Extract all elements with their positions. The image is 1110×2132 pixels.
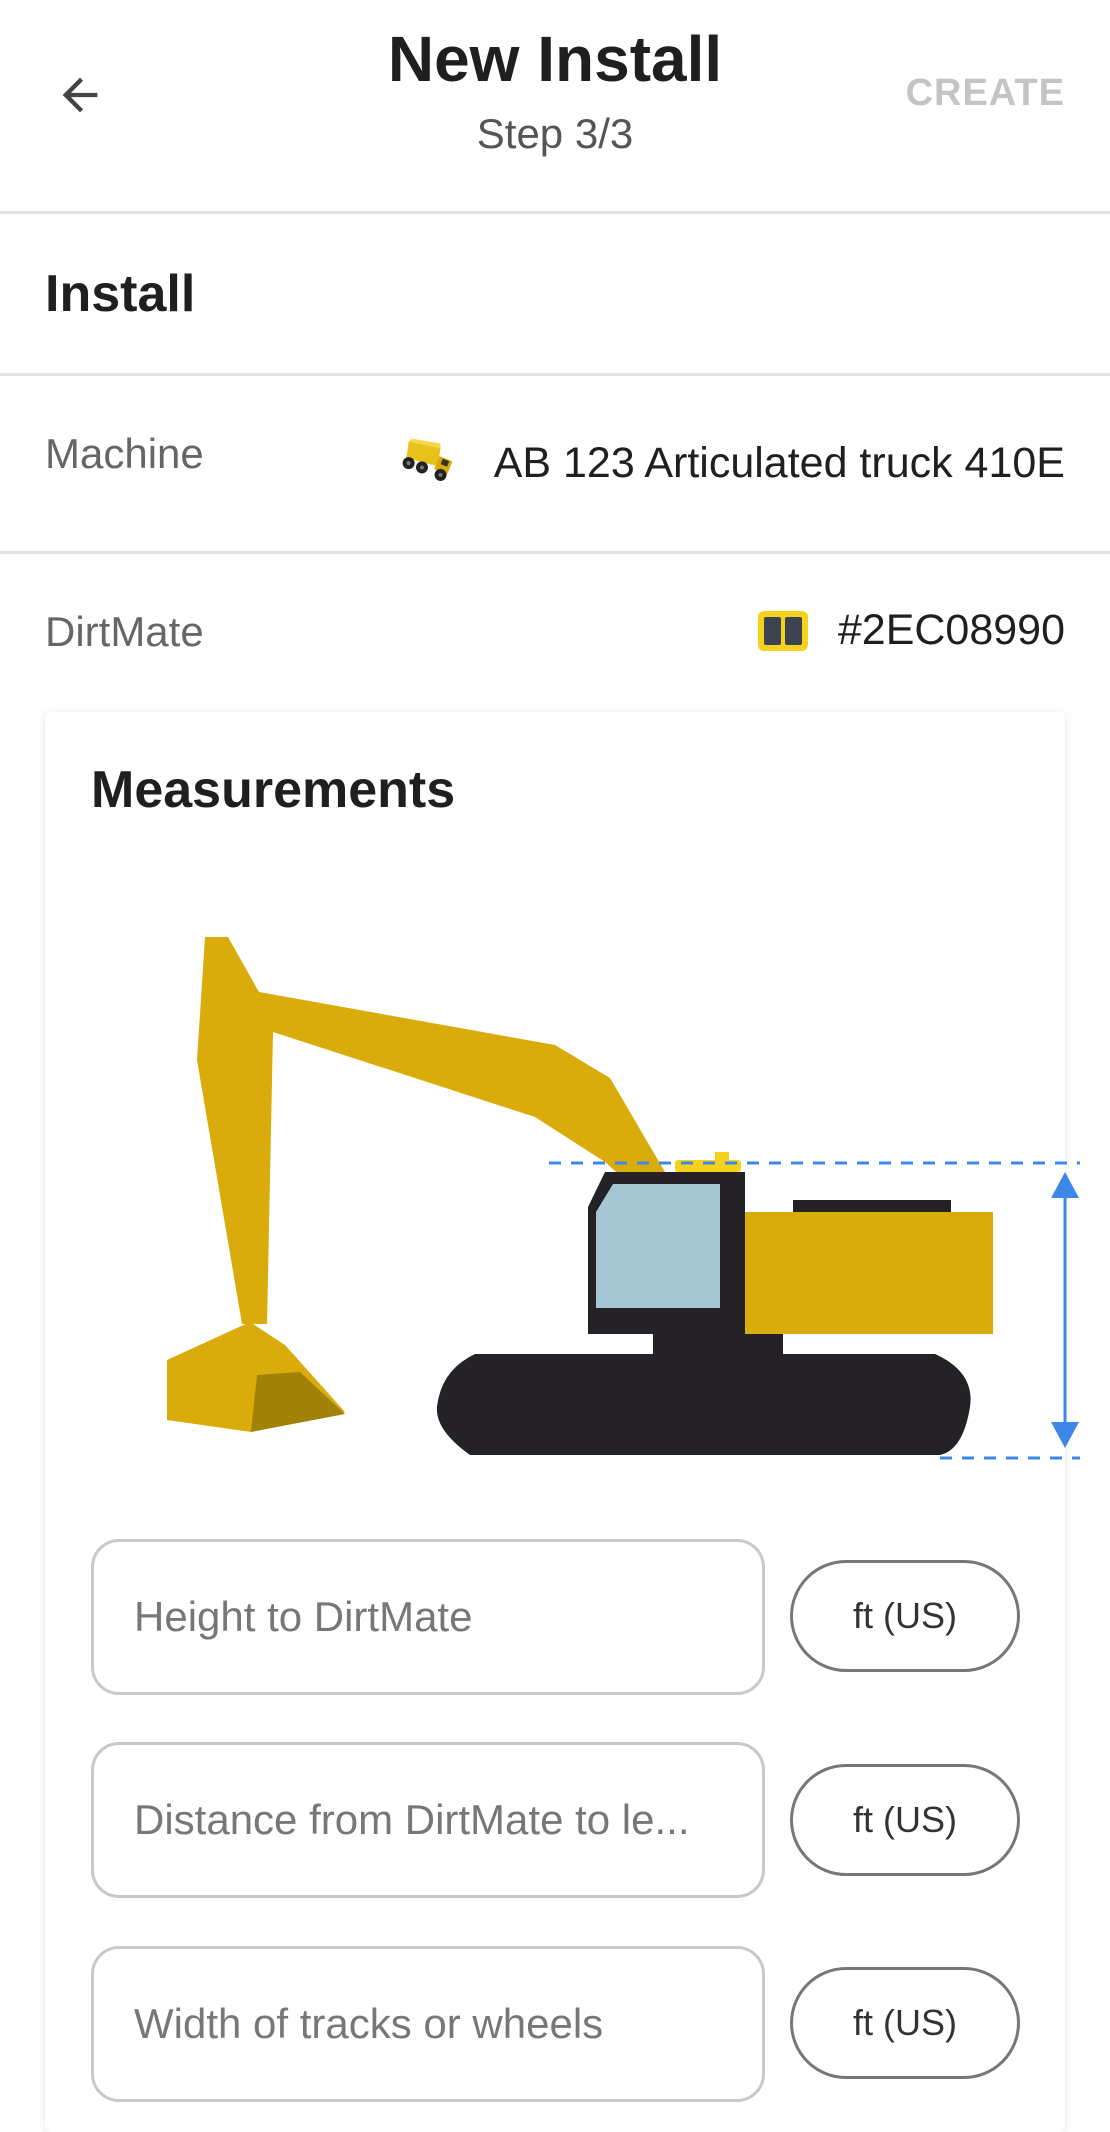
height-to-dirtmate-field[interactable] bbox=[91, 1539, 765, 1695]
dirtmate-row: DirtMate #2EC08990 bbox=[0, 554, 1110, 704]
excavator-window bbox=[596, 1184, 720, 1308]
height-to-dirtmate-input[interactable] bbox=[132, 1592, 736, 1642]
step-indicator: Step 3/3 bbox=[476, 110, 634, 157]
excavator-tracks bbox=[436, 1354, 971, 1455]
install-section-header: Install bbox=[0, 214, 1110, 376]
excavator-undercarriage bbox=[653, 1334, 783, 1356]
measurements-card: Measurements ft (US) ft (US) bbox=[45, 712, 1080, 2132]
machine-label: Machine bbox=[45, 430, 204, 477]
track-width-input[interactable] bbox=[132, 1999, 736, 2049]
excavator-illustration bbox=[167, 937, 1080, 1460]
dirtmate-label: DirtMate bbox=[45, 608, 204, 655]
dirtmate-antenna bbox=[715, 1152, 729, 1162]
excavator-body-top bbox=[793, 1200, 951, 1212]
height-arrow-top bbox=[1051, 1172, 1079, 1198]
height-unit-selector[interactable]: ft (US) bbox=[790, 1560, 1020, 1672]
dirtmate-serial: #2EC08990 bbox=[837, 606, 1065, 654]
machine-row: Machine AB 123 Articulated truck 410E bbox=[0, 376, 1110, 554]
distance-to-edge-field[interactable] bbox=[91, 1742, 765, 1898]
section-title: Install bbox=[45, 265, 196, 323]
articulated-truck-icon bbox=[402, 438, 453, 481]
excavator-bucket-shadow bbox=[251, 1372, 345, 1432]
excavator-body bbox=[745, 1212, 993, 1334]
machine-name: AB 123 Articulated truck 410E bbox=[493, 438, 1065, 487]
machine-value: AB 123 Articulated truck 410E bbox=[396, 436, 1065, 490]
dirtmate-value: #2EC08990 bbox=[756, 606, 1065, 655]
dirtmate-device-icon bbox=[757, 610, 808, 651]
track-width-field[interactable] bbox=[91, 1946, 765, 2102]
measurements-title: Measurements bbox=[91, 761, 456, 819]
distance-unit-selector[interactable]: ft (US) bbox=[790, 1764, 1020, 1876]
height-arrow-bottom bbox=[1051, 1422, 1079, 1448]
create-button[interactable]: CREATE bbox=[906, 72, 1065, 115]
distance-to-edge-input[interactable] bbox=[132, 1795, 736, 1845]
app-header: New Install Step 3/3 CREATE bbox=[0, 0, 1110, 214]
track-width-unit-selector[interactable]: ft (US) bbox=[790, 1967, 1020, 2079]
